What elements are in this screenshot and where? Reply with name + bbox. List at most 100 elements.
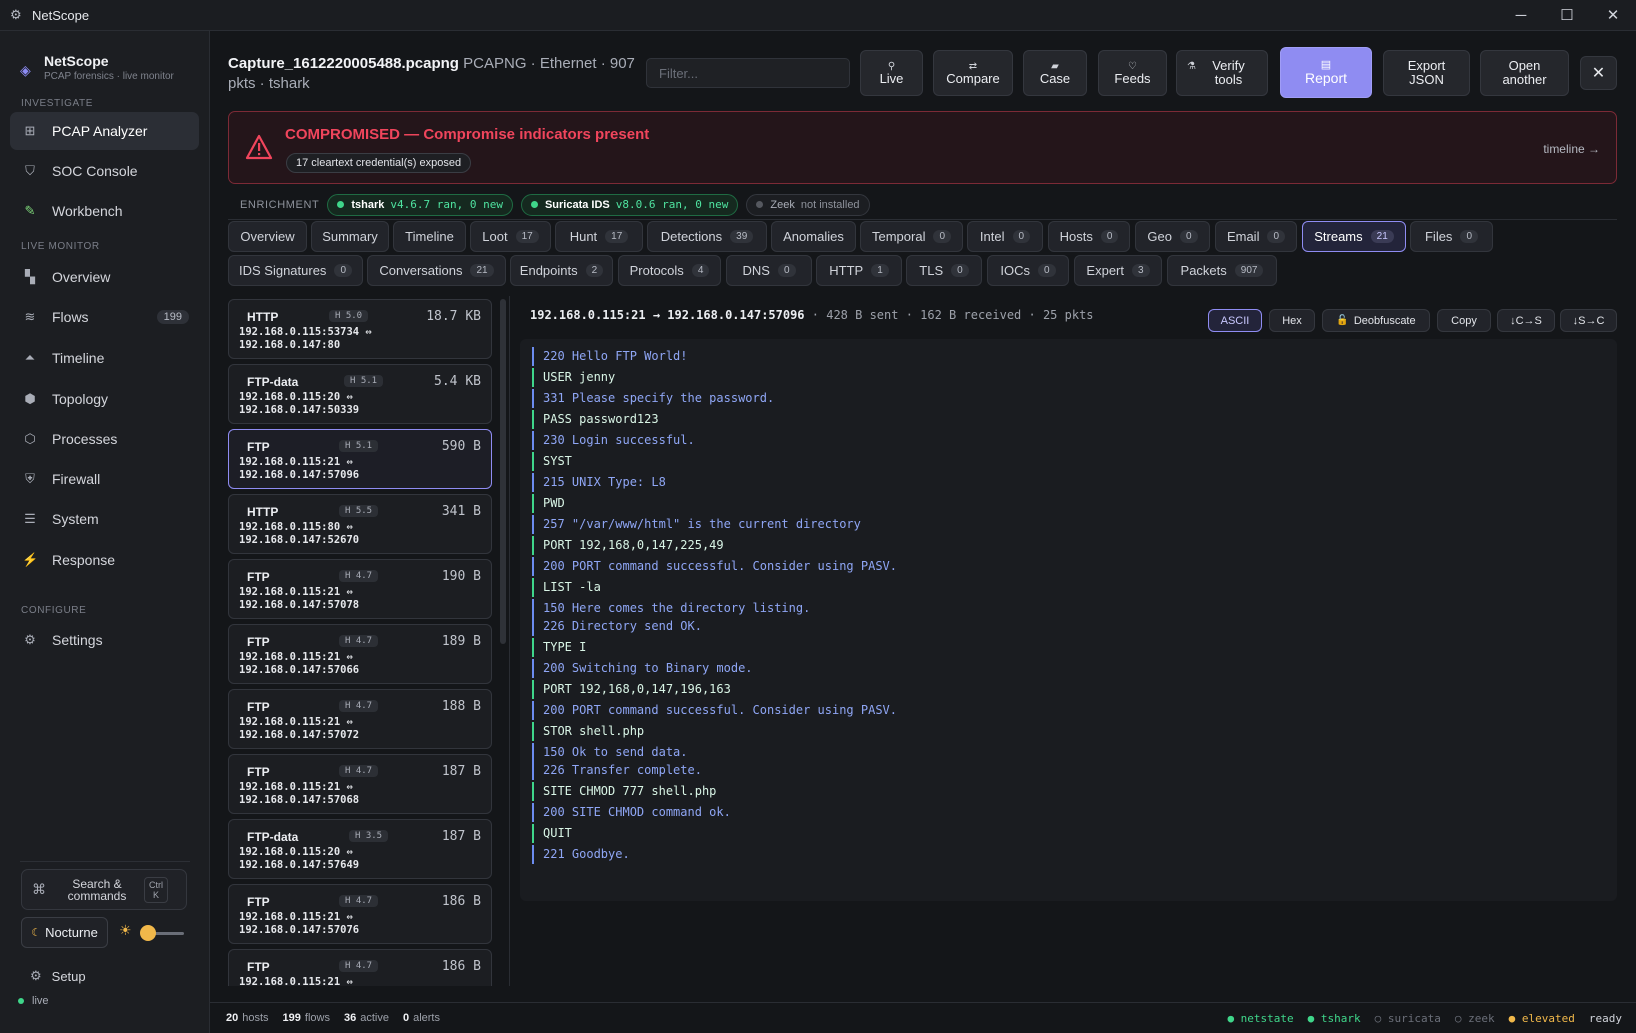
- download-s2c-button[interactable]: ↓S→C: [1560, 309, 1617, 332]
- tab-streams[interactable]: Streams 21: [1302, 221, 1406, 252]
- tab-intel[interactable]: Intel 0: [967, 221, 1043, 252]
- sidebar-item-label: Response: [52, 552, 116, 568]
- filter-input[interactable]: [646, 58, 850, 88]
- stream-item[interactable]: FTP H 4.7 190 B 192.168.0.115:21 ⇔ 192.168.0…: [228, 559, 492, 619]
- stream-item[interactable]: FTP-data H 3.5 187 B 192.168.0.115:20 ⇔ 192.…: [228, 819, 492, 879]
- server-line: 200 PORT command successful. Consider us…: [532, 701, 897, 720]
- sidebar-item-timeline[interactable]: ⏶ Timeline: [10, 339, 199, 377]
- status-bar: 20 hosts 199 flows 36 active 0 alerts ● nets…: [210, 1002, 1636, 1033]
- stream-item[interactable]: HTTP H 5.5 341 B 192.168.0.115:80 ⇔ 192.168.…: [228, 494, 492, 554]
- tab-protocols[interactable]: Protocols 4: [618, 255, 721, 286]
- status-netstate: ● netstate: [1227, 1012, 1294, 1025]
- case-button[interactable]: ▰ Case: [1023, 50, 1087, 96]
- live-button[interactable]: ⚲ Live: [860, 50, 923, 96]
- sidebar-item-workbench[interactable]: ✎ Workbench: [10, 192, 199, 230]
- tab-expert[interactable]: Expert 3: [1074, 255, 1162, 286]
- tab-detections[interactable]: Detections 39: [647, 221, 767, 252]
- server-line: 200 SITE CHMOD command ok.: [532, 803, 731, 822]
- status-suricata: ○ suricata: [1374, 1012, 1441, 1025]
- tool-name: Zeek: [770, 198, 795, 211]
- close-capture-button[interactable]: ✕: [1580, 56, 1617, 90]
- tab-endpoints[interactable]: Endpoints 2: [510, 255, 613, 286]
- stream-item[interactable]: FTP H 4.7 188 B 192.168.0.115:21 ⇔ 192.168.0…: [228, 689, 492, 749]
- verify-tools-button[interactable]: ⚗ Verify tools: [1176, 50, 1268, 96]
- tab-packets[interactable]: Packets 907: [1167, 255, 1277, 286]
- sidebar-item-processes[interactable]: ⬡ Processes: [10, 420, 199, 458]
- hex-view-button[interactable]: Hex: [1269, 309, 1315, 332]
- tab-hosts[interactable]: Hosts 0: [1048, 221, 1130, 252]
- tool-chip-tshark[interactable]: tshark v4.6.7 ran, 0 new: [327, 193, 513, 216]
- stream-source: 192.168.0.115:21 ⇔: [239, 911, 353, 923]
- sidebar-item-overview[interactable]: ▚ Overview: [10, 258, 199, 296]
- minimize-button[interactable]: ─: [1498, 0, 1544, 30]
- sidebar-item-response[interactable]: ⚡ Response: [10, 541, 199, 579]
- theme-toggle-button[interactable]: ☾ Nocturne: [21, 917, 108, 948]
- stream-source: 192.168.0.115:21 ⇔: [239, 716, 353, 728]
- stream-item[interactable]: FTP H 4.7 189 B 192.168.0.115:21 ⇔ 192.168.0…: [228, 624, 492, 684]
- command-icon: ⌘: [32, 881, 46, 897]
- stream-size: 187 B: [441, 764, 481, 779]
- brand-subtitle: PCAP forensics · live monitor: [44, 71, 174, 82]
- entropy-badge: H 4.7: [339, 960, 379, 972]
- feeds-button[interactable]: ♡ Feeds: [1098, 50, 1167, 96]
- tab-ids-signatures[interactable]: IDS Signatures 0: [228, 255, 363, 286]
- tool-chip-zeek[interactable]: Zeek not installed: [746, 193, 870, 216]
- grid-icon: ⊞: [24, 123, 36, 138]
- sidebar-item-flows[interactable]: ≋ Flows 199: [10, 298, 199, 336]
- open-another-button[interactable]: Open another: [1480, 50, 1569, 96]
- compare-button[interactable]: ⇄ Compare: [933, 50, 1013, 96]
- stream-item[interactable]: HTTP H 5.0 18.7 KB 192.168.0.115:53734 ⇔ 192…: [228, 299, 492, 359]
- sidebar-item-label: Overview: [52, 269, 111, 285]
- tab-http[interactable]: HTTP 1: [816, 255, 902, 286]
- stream-size: 186 B: [441, 894, 481, 909]
- ascii-view-button[interactable]: ASCII: [1208, 309, 1262, 332]
- tab-email[interactable]: Email 0: [1215, 221, 1297, 252]
- timeline-link[interactable]: timeline →: [1543, 142, 1600, 156]
- sidebar-item-firewall[interactable]: ⛨ Firewall: [10, 460, 199, 498]
- search-commands-label: Search & commands: [67, 876, 127, 903]
- server-line: 226 Transfer complete.: [532, 761, 702, 780]
- sidebar-item-settings[interactable]: ⚙ Settings: [10, 621, 199, 659]
- deobfuscate-button[interactable]: 🔓 Deobfuscate: [1322, 309, 1430, 332]
- stream-item[interactable]: FTPH 4.7186 B192.168.0.115:21 ⇔192.168.0…: [228, 884, 492, 944]
- copy-button[interactable]: Copy: [1437, 309, 1491, 332]
- tab-loot[interactable]: Loot 17: [470, 221, 551, 252]
- stream-item[interactable]: FTP-data H 5.1 5.4 KB 192.168.0.115:20 ⇔ 192…: [228, 364, 492, 424]
- stream-source: 192.168.0.115:21 ⇔: [239, 781, 353, 793]
- tab-conversations[interactable]: Conversations 21: [367, 255, 506, 286]
- stream-item[interactable]: FTPH 4.7186 B192.168.0.115:21 ⇔192.168.0…: [228, 949, 492, 986]
- command-search-button[interactable]: ⌘ Search & commands Ctrl K: [21, 869, 187, 910]
- tab-anomalies[interactable]: Anomalies: [771, 221, 856, 252]
- report-button[interactable]: ▤ Report: [1280, 47, 1372, 98]
- tool-chip-suricata[interactable]: Suricata IDS v8.0.6 ran, 0 new: [520, 193, 739, 216]
- brightness-slider-handle[interactable]: [140, 925, 156, 941]
- window-close-button[interactable]: ✕: [1590, 0, 1636, 30]
- tab-hunt[interactable]: Hunt 17: [555, 221, 643, 252]
- stream-protocol: FTP: [247, 440, 270, 454]
- maximize-button[interactable]: ☐: [1544, 0, 1590, 30]
- stream-item[interactable]: FTP H 5.1 590 B 192.168.0.115:21 ⇔ 192.168.0…: [228, 429, 492, 489]
- sidebar-item-pcap-analyzer[interactable]: ⊞ PCAP Analyzer: [10, 112, 199, 150]
- tab-timeline[interactable]: Timeline: [393, 221, 466, 252]
- sidebar-item-soc-console[interactable]: ⛉ SOC Console: [10, 152, 199, 190]
- panel-divider[interactable]: [509, 296, 510, 986]
- stream-item[interactable]: FTP H 4.7 187 B 192.168.0.115:21 ⇔ 192.168.0…: [228, 754, 492, 814]
- tab-dns[interactable]: DNS 0: [726, 255, 812, 286]
- download-c2s-button[interactable]: ↓C→S: [1497, 309, 1555, 332]
- tab-temporal[interactable]: Temporal 0: [860, 221, 963, 252]
- sidebar-item-topology[interactable]: ⬢ Topology: [10, 380, 199, 418]
- export-json-button[interactable]: Export JSON: [1383, 50, 1470, 96]
- sidebar-item-system[interactable]: ☰ System: [10, 500, 199, 538]
- stream-list-scrollbar[interactable]: [500, 299, 506, 644]
- stream-content-panel[interactable]: 220 Hello FTP World! USER jenny 331 Please…: [520, 339, 1617, 901]
- satellite-icon: ⚲: [887, 60, 896, 72]
- tab-tls[interactable]: TLS 0: [906, 255, 982, 286]
- setup-button[interactable]: ⚙ Setup: [30, 968, 86, 984]
- entropy-badge: H 5.5: [339, 505, 379, 517]
- tab-geo[interactable]: Geo 0: [1135, 221, 1210, 252]
- tab-overview[interactable]: Overview: [228, 221, 307, 252]
- tab-iocs[interactable]: IOCs 0: [987, 255, 1069, 286]
- credentials-exposed-chip[interactable]: 17 cleartext credential(s) exposed: [286, 153, 472, 173]
- tab-summary[interactable]: Summary: [311, 221, 389, 252]
- tab-files[interactable]: Files 0: [1410, 221, 1493, 252]
